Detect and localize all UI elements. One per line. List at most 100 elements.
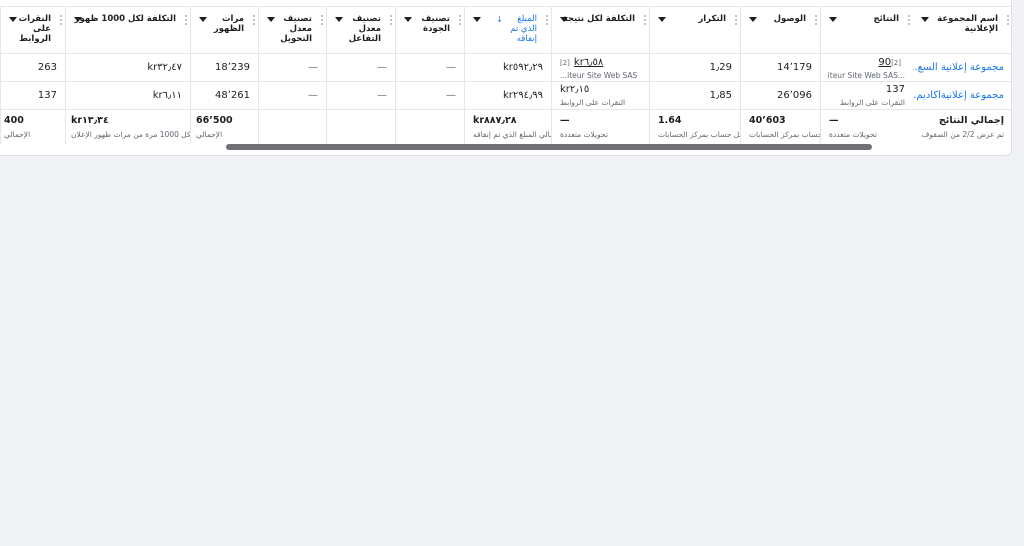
- resize-handle[interactable]: [908, 15, 910, 25]
- chevron-down-icon[interactable]: [404, 17, 412, 22]
- cell-totals-amount-spent: kr٨٨٧٫٢٨ إجمالي المبلغ الذي تم إنفاقه: [464, 110, 551, 144]
- resize-handle[interactable]: [390, 15, 392, 25]
- cell-conversion-ranking: —: [258, 54, 326, 81]
- cell-totals-link-clicks: 400 الإجمالي: [0, 110, 65, 144]
- chevron-down-icon[interactable]: [267, 17, 275, 22]
- chevron-down-icon[interactable]: [560, 17, 568, 22]
- cell-cpm: kr٣٢٫٤٧: [65, 54, 190, 81]
- cell-frequency: 1٫29: [649, 54, 740, 81]
- results-number[interactable]: 137: [886, 84, 905, 95]
- resize-handle[interactable]: [185, 15, 187, 25]
- cell-totals-quality: [395, 110, 464, 144]
- cell-impressions: 18٬239: [190, 54, 258, 81]
- column-header-link-clicks[interactable]: النقرات على الروابط: [0, 7, 65, 53]
- header-label-engagement-ranking: تصنيف معدل التفاعل: [348, 14, 381, 44]
- horizontal-scrollbar[interactable]: [226, 144, 872, 150]
- cell-totals-conversion: [258, 110, 326, 144]
- resize-handle[interactable]: [815, 15, 817, 25]
- reach-value: 14٬179: [777, 62, 812, 73]
- chevron-down-icon[interactable]: [658, 17, 666, 22]
- reach-value: 26٬096: [777, 90, 812, 101]
- column-header-ad-set-name[interactable]: اسم المجموعة الإعلانية: [913, 7, 1011, 53]
- cost-per-result-value[interactable]: kr٢٫١٥: [560, 84, 589, 96]
- quality-value: —: [446, 90, 456, 101]
- results-value[interactable]: [2]90: [878, 57, 905, 69]
- header-label-cpm: التكلفة لكل 1000 ظهور: [74, 14, 176, 24]
- cell-results: 137 النقرات على الروابط: [820, 82, 913, 109]
- ad-set-name-link[interactable]: مجموعة إعلانية السع...: [913, 62, 1004, 74]
- totals-frequency-sub: لكل حساب بمركز الحسابات: [658, 130, 740, 139]
- resize-handle[interactable]: [644, 15, 646, 25]
- table-row: مجموعة إعلانية السع... [2]90 ...iteur Si…: [0, 54, 1011, 82]
- totals-clicks-sub: الإجمالي: [4, 130, 31, 139]
- impressions-value: 48٬261: [215, 90, 250, 101]
- chevron-down-icon[interactable]: [749, 17, 757, 22]
- chevron-down-icon[interactable]: [335, 17, 343, 22]
- totals-frequency: 1.64: [658, 115, 682, 126]
- header-label-reach: الوصول: [773, 14, 806, 24]
- cost-sub: النقرات على الروابط: [560, 98, 626, 107]
- totals-results-sub: تحويلات متعددة: [829, 130, 877, 139]
- results-value[interactable]: 137: [886, 84, 905, 96]
- cell-totals-reach: 40٬603 حساب بمركز الحسابات: [740, 110, 820, 144]
- resize-handle[interactable]: [253, 15, 255, 25]
- impressions-value: 18٬239: [215, 62, 250, 73]
- resize-handle[interactable]: [735, 15, 737, 25]
- header-label-impressions: مرات الظهور: [213, 14, 244, 34]
- column-header-conversion-ranking[interactable]: تصنيف معدل التحويل: [258, 7, 326, 53]
- cost-number[interactable]: kr٦٫٥٨: [574, 57, 603, 68]
- column-header-results[interactable]: النتائج: [820, 7, 913, 53]
- totals-spent: kr٨٨٧٫٢٨: [473, 115, 517, 126]
- column-header-quality-ranking[interactable]: تصنيف الجودة: [395, 7, 464, 53]
- cell-amount-spent: kr٢٩٤٫٩٩: [464, 82, 551, 109]
- frequency-value: 1٫29: [709, 62, 732, 73]
- cell-link-clicks: 137: [0, 82, 65, 109]
- cost-badge: [2]: [560, 59, 570, 67]
- cell-impressions: 48٬261: [190, 82, 258, 109]
- cell-totals-impressions: 66٬500 الإجمالي: [190, 110, 258, 144]
- cell-totals-frequency: 1.64 لكل حساب بمركز الحسابات: [649, 110, 740, 144]
- header-label-amount-spent: المبلغ الذي تم إنفاقه: [510, 14, 537, 44]
- column-header-cpm[interactable]: التكلفة لكل 1000 ظهور: [65, 7, 190, 53]
- resize-handle[interactable]: [321, 15, 323, 25]
- cell-cost-per-result: kr٢٫١٥ النقرات على الروابط: [551, 82, 649, 109]
- cpm-value: kr٦٫١١: [152, 90, 182, 101]
- chevron-down-icon[interactable]: [829, 17, 837, 22]
- resize-handle[interactable]: [546, 15, 548, 25]
- resize-handle[interactable]: [60, 15, 62, 25]
- cell-conversion-ranking: —: [258, 82, 326, 109]
- chevron-down-icon[interactable]: [9, 17, 17, 22]
- clicks-value: 137: [37, 90, 57, 101]
- chevron-down-icon[interactable]: [473, 17, 481, 22]
- column-header-reach[interactable]: الوصول: [740, 7, 820, 53]
- totals-rows-shown: تم عرض 2/2 من الصفوف: [921, 130, 1004, 139]
- totals-results: —: [829, 115, 839, 126]
- cell-frequency: 1٫85: [649, 82, 740, 109]
- cell-totals-engagement: [326, 110, 395, 144]
- sort-descending-icon[interactable]: ↓: [496, 15, 503, 24]
- column-header-impressions[interactable]: مرات الظهور: [190, 7, 258, 53]
- table-row: مجموعة إعلانيةاكاديم... 137 النقرات على …: [0, 82, 1011, 110]
- cell-totals-cpm: kr١٣٫٣٤ لكل 1000 مرة من مرات ظهور الإعلا…: [65, 110, 190, 144]
- column-header-engagement-ranking[interactable]: تصنيف معدل التفاعل: [326, 7, 395, 53]
- totals-clicks: 400: [4, 115, 24, 126]
- chevron-down-icon[interactable]: [199, 17, 207, 22]
- chevron-down-icon[interactable]: [921, 17, 929, 22]
- header-label-quality-ranking: تصنيف الجودة: [421, 14, 450, 34]
- engagement-value: —: [377, 62, 387, 73]
- column-header-frequency[interactable]: التكرار: [649, 7, 740, 53]
- header-label-conversion-ranking: تصنيف معدل التحويل: [280, 14, 312, 44]
- resize-handle[interactable]: [459, 15, 461, 25]
- results-sub: النقرات على الروابط: [839, 98, 905, 107]
- column-header-amount-spent[interactable]: المبلغ الذي تم إنفاقه ↓: [464, 7, 551, 53]
- cost-per-result-value[interactable]: [2] kr٦٫٥٨: [560, 57, 603, 69]
- chevron-down-icon[interactable]: [74, 17, 82, 22]
- cell-reach: 14٬179: [740, 54, 820, 81]
- column-header-cost-per-result[interactable]: التكلفة لكل نتيجة: [551, 7, 649, 53]
- cost-sub: ...iteur Site Web SAS: [560, 71, 638, 80]
- cell-totals-label: إجمالي النتائج تم عرض 2/2 من الصفوف: [913, 110, 1011, 144]
- resize-handle[interactable]: [1007, 15, 1009, 25]
- ads-report-table: اسم المجموعة الإعلانية النتائج الوصول ال…: [0, 0, 1012, 156]
- ad-set-name-link[interactable]: مجموعة إعلانيةاكاديم...: [913, 90, 1004, 102]
- results-number[interactable]: 90: [878, 57, 891, 68]
